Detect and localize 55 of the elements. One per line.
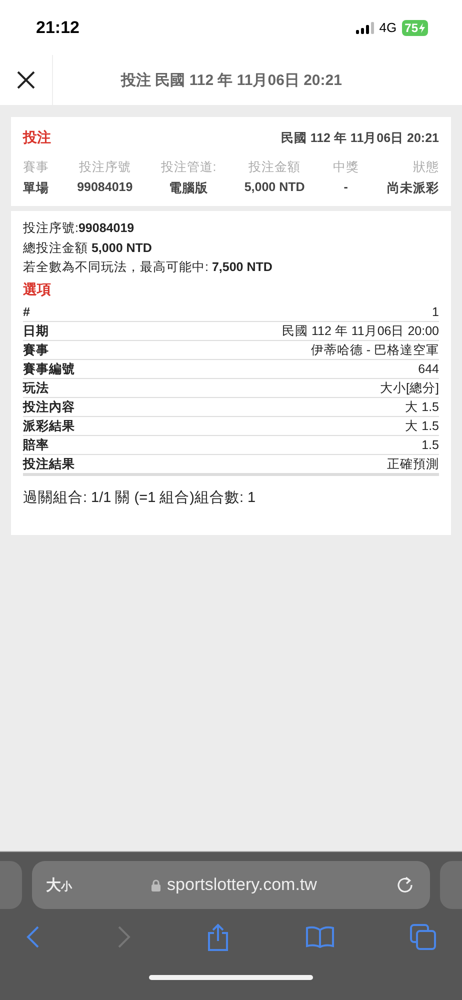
column-label: 投注管道: <box>160 159 216 176</box>
row-label: 賽事 <box>23 342 49 358</box>
adjacent-tab[interactable] <box>440 861 462 909</box>
network-label: 4G <box>379 20 397 35</box>
column-value: 99084019 <box>77 180 133 194</box>
page-title: 投注 民國 112 年 11月06日 20:21 <box>120 70 343 90</box>
row-label: 投注內容 <box>23 398 75 416</box>
column-label: 投注序號 <box>78 159 131 176</box>
column-value: 電腦版 <box>169 180 208 197</box>
summary-line: 投注序號:99084019 <box>23 220 136 237</box>
lock-icon <box>151 878 162 892</box>
row-value: 大 1.5 <box>405 398 439 416</box>
column-value: - <box>344 180 348 194</box>
adjacent-tab[interactable] <box>0 861 22 909</box>
combo-summary: 過關組合: 1/1 關 (=1 組合)組合數: 1 <box>23 488 257 506</box>
reload-icon[interactable] <box>396 876 414 894</box>
tabs-icon[interactable] <box>410 924 436 950</box>
column-value: 單場 <box>23 180 49 197</box>
bet-datetime: 民國 112 年 11月06日 20:21 <box>280 130 439 146</box>
address-bar[interactable]: 大小 sportslottery.com.tw <box>32 861 430 909</box>
row-value: 大小[總分] <box>380 380 439 396</box>
row-label: 賠率 <box>23 436 49 454</box>
row-value: 大 1.5 <box>405 418 439 434</box>
summary-line: 總投注金額 5,000 NTD <box>23 240 153 256</box>
text-size-button[interactable]: 大小 <box>46 876 72 894</box>
row-label: 賽事編號 <box>23 360 75 378</box>
row-label: 投注結果 <box>23 456 75 472</box>
row-value: 1.5 <box>422 436 439 454</box>
row-value: 伊蒂哈德 - 巴格達空軍 <box>310 342 439 358</box>
summary-line: 若全數為不同玩法，最高可能中: 7,500 NTD <box>23 259 274 276</box>
close-icon[interactable] <box>16 70 36 90</box>
row-value: 1 <box>432 304 439 320</box>
status-time: 21:12 <box>36 18 80 38</box>
column-label: 中獎 <box>332 159 359 176</box>
row-label: # <box>23 304 30 320</box>
row-value: 正確預測 <box>387 456 439 472</box>
column-label: 賽事 <box>23 159 49 176</box>
url-text: sportslottery.com.tw <box>167 875 317 895</box>
row-value: 644 <box>418 360 439 378</box>
column-label: 狀態 <box>412 159 439 176</box>
bet-heading: 投注 <box>23 129 51 147</box>
row-value: 民國 112 年 11月06日 20:00 <box>282 322 439 340</box>
row-label: 日期 <box>23 322 49 340</box>
share-icon[interactable] <box>207 923 229 951</box>
signal-icon <box>356 22 374 34</box>
options-heading: 選項 <box>23 280 52 298</box>
back-icon[interactable] <box>26 926 40 948</box>
bolt-icon <box>419 22 425 32</box>
column-value: 5,000 NTD <box>244 180 305 194</box>
battery-indicator: 75 <box>402 20 428 36</box>
row-label: 派彩結果 <box>23 418 75 434</box>
row-label: 玩法 <box>23 380 49 396</box>
book-icon[interactable] <box>306 926 334 948</box>
column-label: 投注金額 <box>248 159 301 176</box>
column-value: 尚未派彩 <box>386 180 439 197</box>
